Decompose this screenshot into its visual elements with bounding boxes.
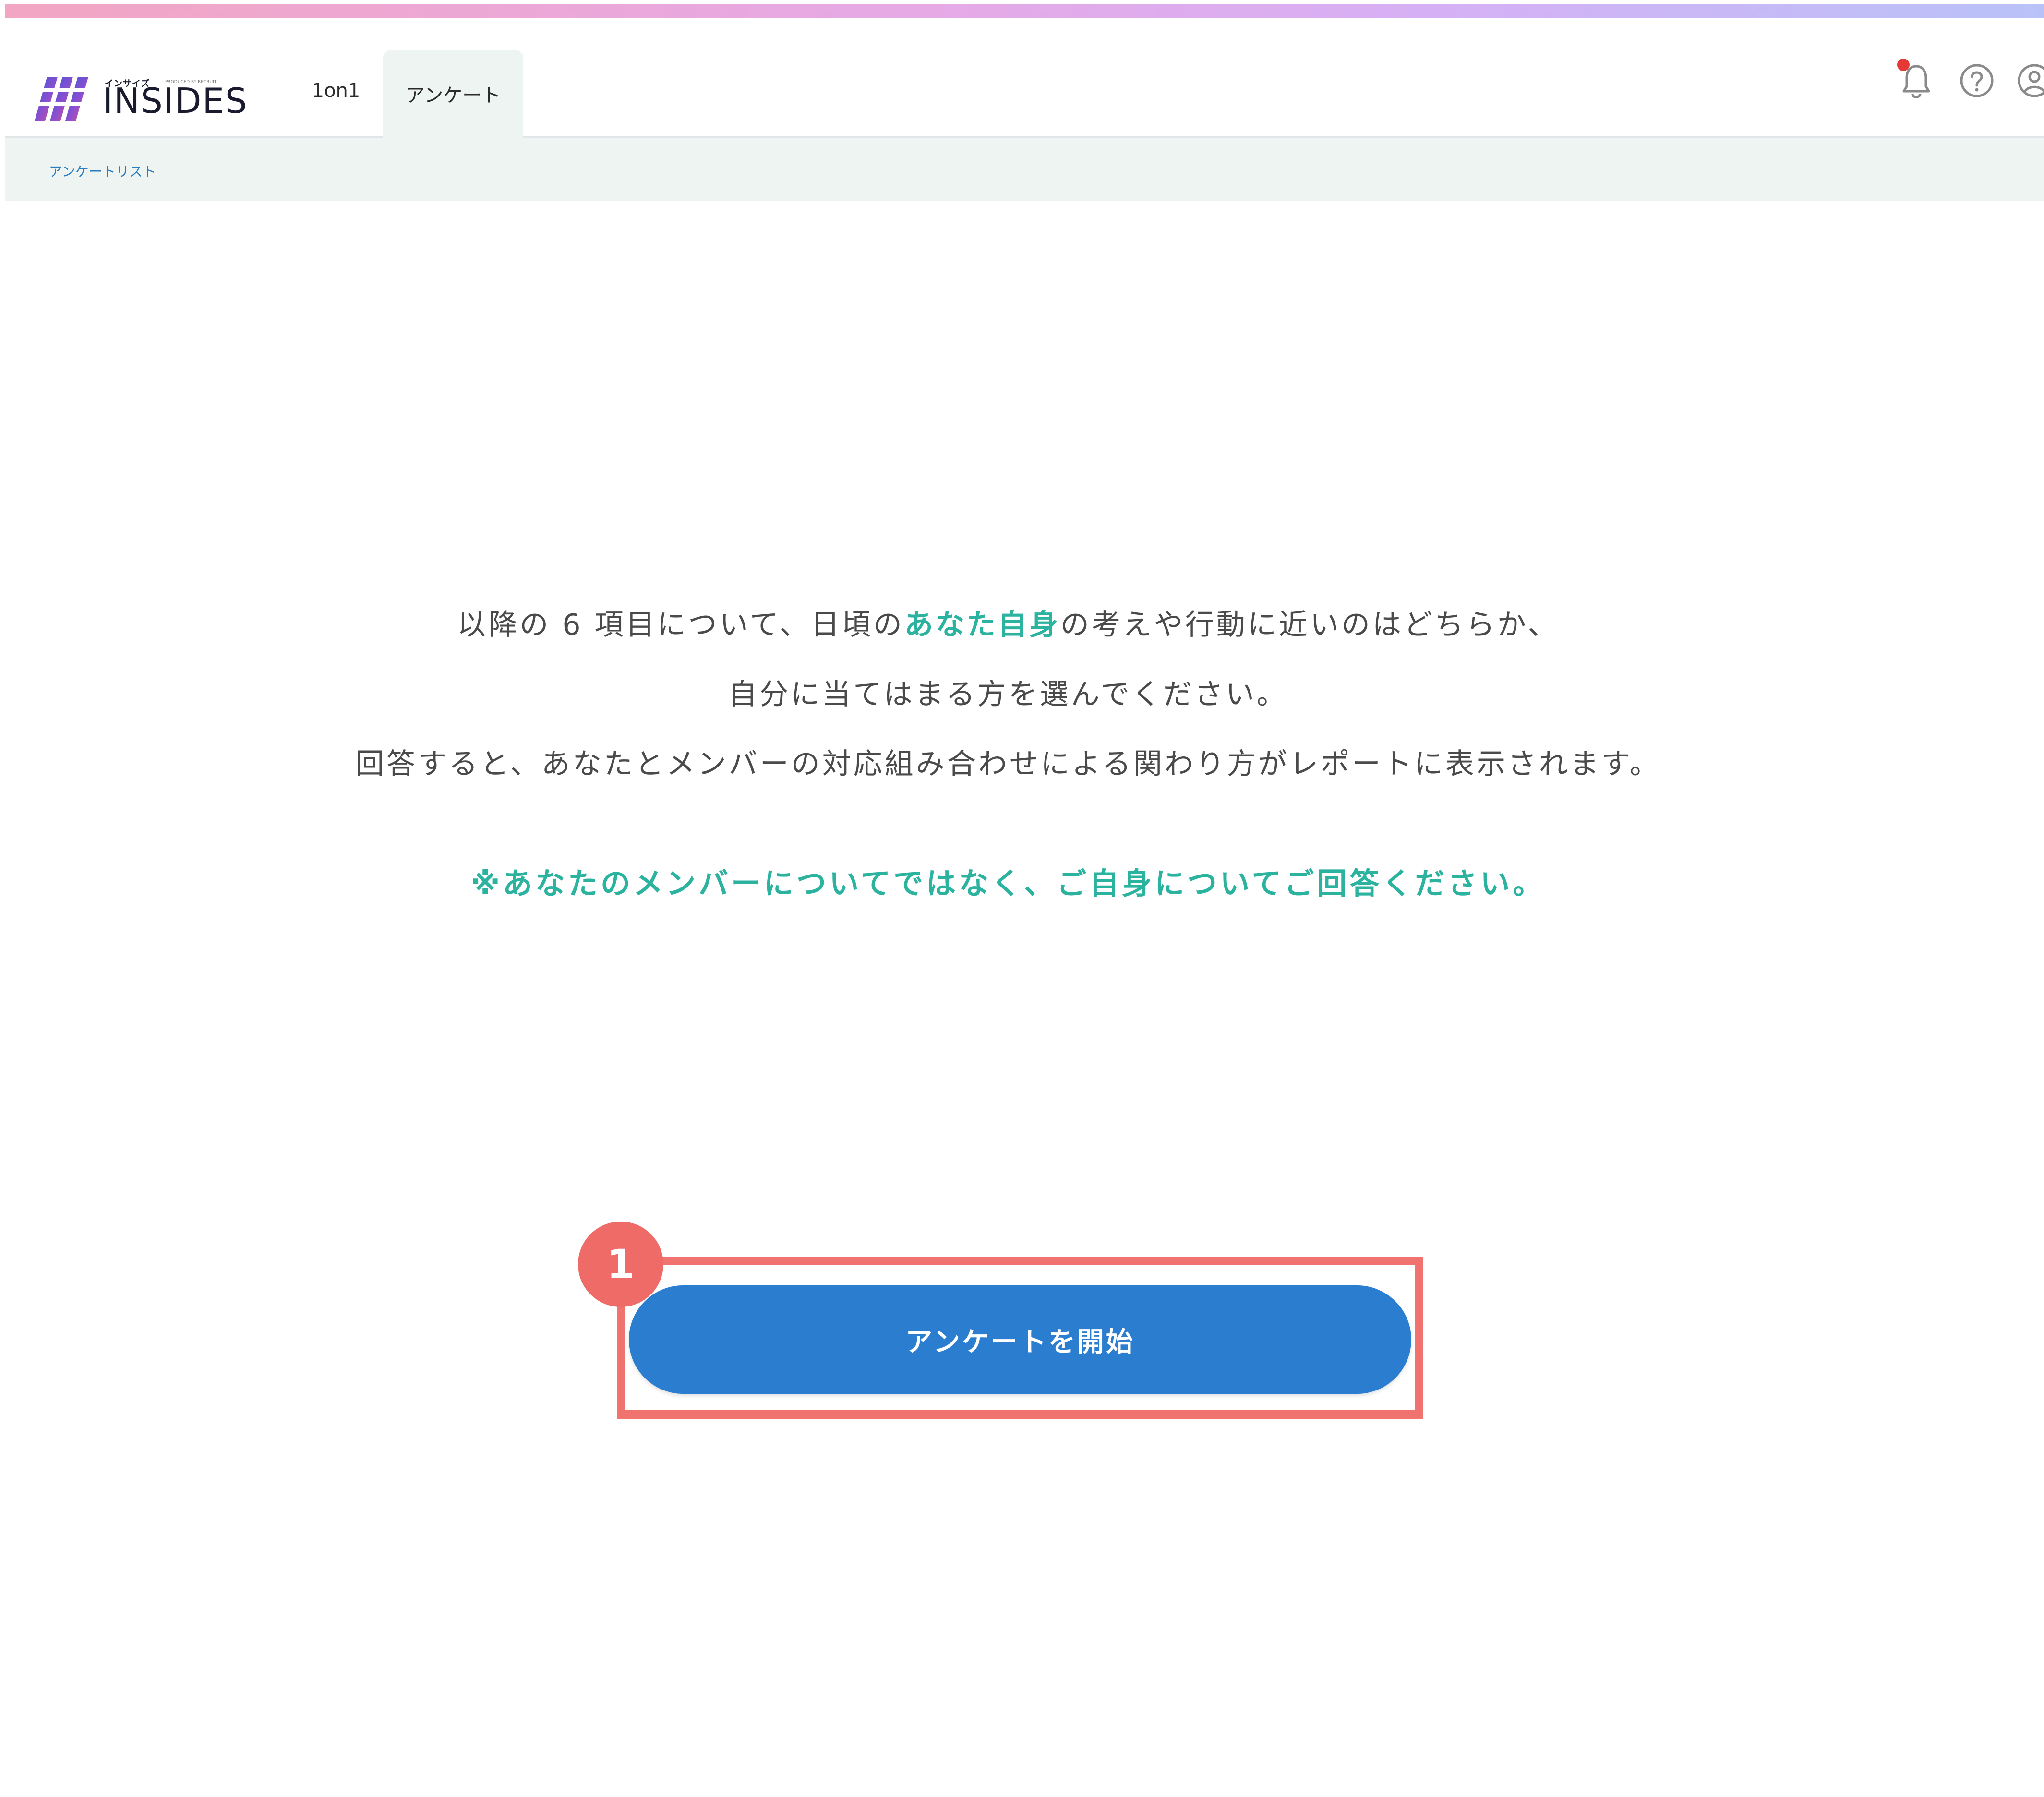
account-button[interactable] bbox=[2010, 57, 2044, 105]
tab-survey-label: アンケート bbox=[405, 84, 501, 107]
instruction-line-2: 自分に当てはまる方を選んでください。 bbox=[728, 678, 1288, 711]
instruction-highlight: あなた自身 bbox=[904, 608, 1060, 642]
help-circle-icon bbox=[1960, 64, 1994, 97]
notification-dot bbox=[1897, 59, 1910, 71]
instruction-note: ※あなたのメンバーについてではなく、ご自身についてご回答ください。 bbox=[470, 866, 1546, 901]
tab-1on1-label: 1on1 bbox=[312, 80, 361, 102]
start-survey-button[interactable]: アンケートを開始 bbox=[629, 1285, 1411, 1394]
survey-instructions: 以降の 6 項目について、日頃のあなた自身の考えや行動に近いのはどちらか、 自分… bbox=[144, 590, 1872, 799]
notifications-button[interactable] bbox=[1892, 57, 1940, 105]
page: インサイズ PRODUCED BY RECRUIT INSIDES 1on1 ア… bbox=[0, 0, 2044, 1797]
app-header: インサイズ PRODUCED BY RECRUIT INSIDES 1on1 ア… bbox=[5, 18, 2044, 138]
help-button[interactable] bbox=[1953, 57, 2001, 105]
instruction-line-1: 以降の 6 項目について、日頃のあなた自身の考えや行動に近いのはどちらか、 bbox=[144, 590, 1872, 660]
header-icon-group bbox=[1852, 57, 2044, 114]
instruction-line-1-end: の考えや行動に近いのはどちらか、 bbox=[1060, 608, 1559, 642]
logo-mark-icon bbox=[35, 77, 92, 121]
instruction-line-3: 回答すると、あなたとメンバーの対応組み合わせによる関わり方がレポートに表示されま… bbox=[355, 747, 1661, 781]
instruction-line-1-start: 以降の 6 項目について、日頃の bbox=[457, 608, 904, 642]
tab-survey[interactable]: アンケート bbox=[383, 50, 523, 138]
breadcrumb-bar: アンケートリスト bbox=[5, 138, 2044, 201]
tab-1on1[interactable]: 1on1 bbox=[293, 50, 379, 138]
user-circle-icon bbox=[2018, 64, 2044, 97]
logo-wordmark: INSIDES bbox=[103, 81, 248, 121]
insides-logo[interactable]: インサイズ PRODUCED BY RECRUIT INSIDES bbox=[35, 58, 248, 121]
top-gradient-bar bbox=[5, 4, 2044, 18]
annotation-step-badge: 1 bbox=[578, 1222, 663, 1307]
breadcrumb-survey-list[interactable]: アンケートリスト bbox=[49, 161, 156, 180]
